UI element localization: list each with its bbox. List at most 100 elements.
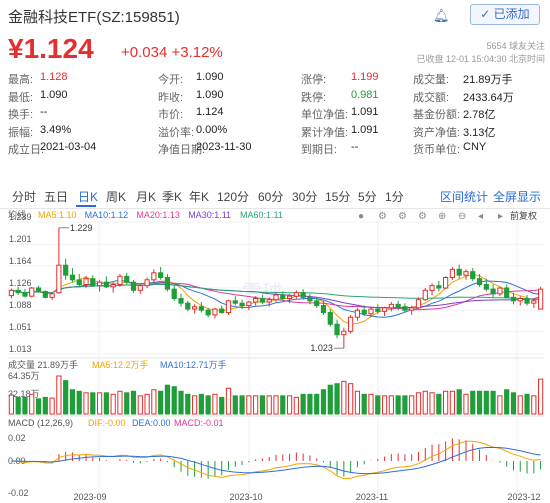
candle-body[interactable]	[422, 289, 428, 301]
candle-body[interactable]	[191, 306, 198, 310]
candle-body[interactable]	[476, 278, 483, 285]
candle-body[interactable]	[463, 271, 469, 276]
tab-1[interactable]: 五日	[44, 188, 68, 205]
candle-body[interactable]	[15, 289, 21, 294]
tab-5[interactable]: 季K	[162, 188, 182, 205]
candle-body[interactable]	[212, 308, 218, 316]
candle-body[interactable]	[395, 303, 401, 308]
added-button[interactable]: ✓ 已添加	[470, 4, 540, 25]
candle-body[interactable]	[219, 308, 225, 314]
tab-10[interactable]: 15分	[325, 188, 350, 205]
candle-body[interactable]	[42, 291, 48, 298]
candle-body[interactable]	[381, 307, 388, 312]
candle-body[interactable]	[517, 298, 523, 302]
tab-3[interactable]: 周K	[106, 188, 126, 205]
candle-body[interactable]	[538, 288, 544, 310]
candle-body[interactable]	[415, 299, 422, 309]
candle-body[interactable]	[96, 281, 103, 287]
candle-body[interactable]	[341, 330, 347, 336]
candle-body[interactable]	[449, 268, 456, 278]
candle-body[interactable]	[293, 292, 299, 297]
candle-body[interactable]	[239, 302, 245, 307]
volume-bar	[137, 395, 143, 415]
candle-body[interactable]	[531, 300, 537, 304]
tab-4[interactable]: 月K	[136, 188, 156, 205]
candle-body[interactable]	[49, 293, 55, 298]
candle-body[interactable]	[470, 271, 476, 280]
candle-body[interactable]	[456, 268, 462, 276]
tab-12[interactable]: 1分	[385, 188, 404, 205]
candle-body[interactable]	[198, 306, 204, 311]
bell-icon[interactable]: 🔔︎	[433, 8, 450, 24]
candle-body[interactable]	[144, 279, 150, 287]
candle-body[interactable]	[103, 281, 109, 288]
candle-body[interactable]	[402, 306, 408, 311]
interval-stats-link[interactable]: 区间统计	[440, 188, 488, 205]
candle-body[interactable]	[158, 272, 164, 278]
candle-body[interactable]	[443, 276, 449, 289]
kline-chart[interactable]: 均线 MA5:1.10 MA10:1.12 MA20:1.13 MA30:1.11 MA6…	[0, 209, 550, 503]
candle-body[interactable]	[117, 275, 123, 285]
candle-body[interactable]	[354, 309, 361, 318]
candle-body[interactable]	[124, 275, 130, 283]
stat-value: 1.091	[351, 123, 379, 136]
candle-body[interactable]	[164, 276, 171, 290]
candle-body[interactable]	[273, 294, 279, 301]
candle-body[interactable]	[205, 309, 211, 316]
candle-body[interactable]	[56, 264, 62, 294]
candle-body[interactable]	[375, 308, 381, 312]
candle-body[interactable]	[76, 279, 82, 285]
candle-body[interactable]	[524, 298, 530, 304]
candle-body[interactable]	[286, 295, 293, 300]
candle-body[interactable]	[69, 274, 76, 281]
candle-body[interactable]	[429, 285, 435, 291]
candle-body[interactable]	[63, 264, 69, 276]
candle-body[interactable]	[483, 283, 489, 290]
candle-body[interactable]	[266, 299, 272, 303]
candle-body[interactable]	[178, 298, 184, 304]
candle-body[interactable]	[314, 300, 320, 307]
candle-body[interactable]	[307, 296, 313, 302]
candle-body[interactable]	[90, 278, 96, 287]
ma-legend-3: MA30:1.11	[188, 210, 231, 220]
candle-body[interactable]	[246, 301, 252, 307]
candle-body[interactable]	[409, 307, 415, 311]
tab-6[interactable]: 年K	[189, 188, 209, 205]
candle-body[interactable]	[327, 312, 333, 325]
candle-body[interactable]	[510, 296, 517, 302]
tab-8[interactable]: 60分	[258, 188, 283, 205]
candle-body[interactable]	[259, 298, 266, 303]
candle-body[interactable]	[171, 288, 177, 300]
candle-body[interactable]	[253, 298, 259, 303]
candle-body[interactable]	[320, 305, 327, 314]
candle-body[interactable]	[280, 294, 286, 300]
candle-body[interactable]	[185, 302, 191, 310]
candle-body[interactable]	[83, 278, 89, 285]
candle-body[interactable]	[334, 323, 340, 336]
tab-2[interactable]: 日K	[78, 188, 98, 205]
candle-body[interactable]	[490, 288, 496, 295]
candle-body[interactable]	[300, 292, 306, 298]
candle-body[interactable]	[29, 287, 35, 297]
candle-body[interactable]	[110, 283, 116, 288]
candle-body[interactable]	[497, 287, 503, 295]
tab-11[interactable]: 5分	[358, 188, 377, 205]
candle-body[interactable]	[130, 281, 137, 291]
candle-body[interactable]	[348, 316, 354, 332]
candle-body[interactable]	[368, 308, 374, 315]
candle-body[interactable]	[361, 309, 367, 315]
candle-body[interactable]	[504, 287, 510, 298]
candle-body[interactable]	[22, 292, 28, 297]
candle-body[interactable]	[225, 300, 232, 314]
candle-body[interactable]	[151, 272, 157, 281]
candle-body[interactable]	[436, 285, 442, 289]
candle-body[interactable]	[388, 303, 394, 309]
tab-9[interactable]: 30分	[292, 188, 317, 205]
candle-body[interactable]	[8, 289, 14, 297]
tab-7[interactable]: 120分	[217, 188, 249, 205]
candle-body[interactable]	[35, 287, 42, 293]
candle-body[interactable]	[232, 300, 238, 304]
candle-body[interactable]	[137, 285, 143, 291]
fullscreen-link[interactable]: 全屏显示	[493, 188, 541, 205]
tab-0[interactable]: 分时	[12, 188, 36, 205]
